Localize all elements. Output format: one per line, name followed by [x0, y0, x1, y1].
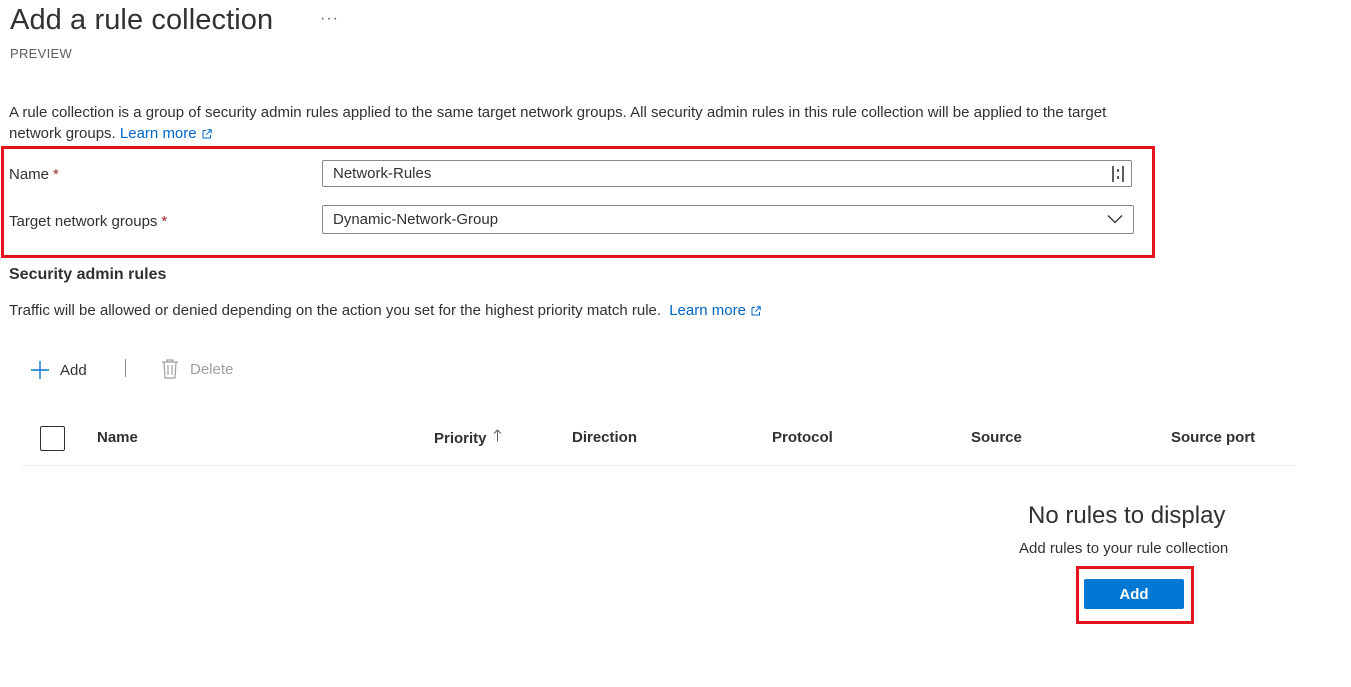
learn-more-label: Learn more	[119, 125, 197, 142]
add-rule-button[interactable]: Add	[1084, 579, 1184, 609]
empty-state-description: Add rules to your rule collection	[1019, 540, 1229, 557]
page-title: Add a rule collection	[10, 4, 274, 36]
more-options-button[interactable]: ···	[320, 10, 339, 28]
name-label-text: Name	[9, 166, 50, 183]
plus-icon	[31, 361, 49, 379]
empty-state-title: No rules to display	[1028, 502, 1226, 529]
trash-icon	[162, 359, 178, 379]
column-header-protocol[interactable]: Protocol	[772, 429, 833, 446]
select-all-checkbox[interactable]	[40, 426, 65, 451]
toolbar-add-label: Add	[60, 361, 87, 379]
table-header-divider	[22, 465, 1296, 466]
chevron-down-icon	[1107, 215, 1123, 224]
target-network-groups-value: Dynamic-Network-Group	[333, 211, 499, 228]
learn-more-link[interactable]: Learn more	[120, 125, 212, 142]
external-link-icon	[202, 129, 212, 139]
section-description: Traffic will be allowed or denied depend…	[9, 302, 761, 319]
section-description-text: Traffic will be allowed or denied depend…	[9, 302, 662, 319]
column-header-priority[interactable]: Priority	[434, 429, 502, 447]
sort-ascending-icon	[493, 429, 501, 442]
name-input[interactable]	[322, 160, 1132, 187]
toolbar-add-button[interactable]: Add	[30, 358, 87, 382]
external-link-icon	[751, 306, 761, 316]
column-header-direction[interactable]: Direction	[572, 429, 637, 446]
more-icon: ···	[320, 10, 339, 27]
target-network-groups-label: Target network groups *	[9, 213, 167, 230]
column-header-source[interactable]: Source	[971, 429, 1022, 446]
column-header-name[interactable]: Name	[97, 429, 138, 446]
toolbar-delete-button[interactable]: Delete	[160, 357, 233, 381]
section-title: Security admin rules	[9, 266, 167, 283]
required-marker: *	[53, 166, 59, 183]
target-label-text: Target network groups	[9, 213, 158, 230]
column-header-priority-label: Priority	[434, 430, 487, 447]
input-helper-icon[interactable]	[1110, 165, 1126, 183]
column-header-source-port[interactable]: Source port	[1171, 429, 1255, 446]
toolbar-separator	[125, 359, 126, 377]
toolbar-delete-label: Delete	[190, 360, 234, 378]
page-description: A rule collection is a group of security…	[9, 102, 1149, 144]
target-network-groups-dropdown[interactable]: Dynamic-Network-Group	[322, 205, 1134, 234]
page-subtitle: PREVIEW	[10, 46, 73, 61]
section-learn-more-link[interactable]: Learn more	[669, 302, 761, 319]
required-marker: *	[161, 213, 168, 230]
section-learn-more-label: Learn more	[669, 302, 746, 319]
name-field-label: Name *	[9, 166, 59, 183]
